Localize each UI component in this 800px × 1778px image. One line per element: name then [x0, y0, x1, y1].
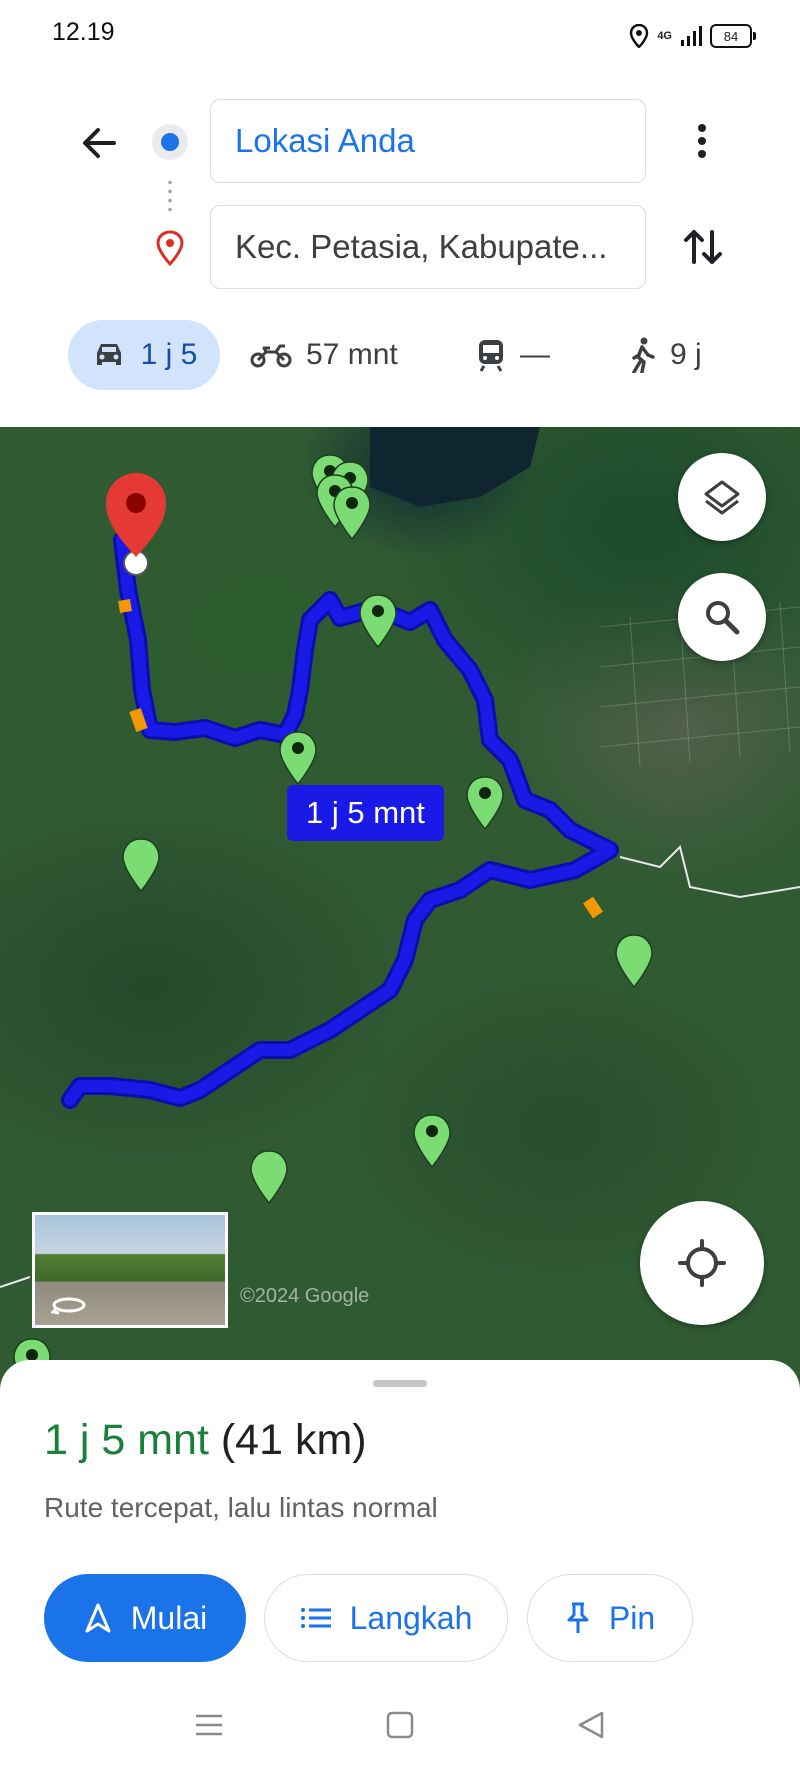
search-icon: [706, 601, 740, 635]
pin-button[interactable]: Pin: [527, 1574, 693, 1662]
battery-indicator: 84: [710, 24, 756, 48]
network-type: 4G: [657, 29, 672, 42]
route-duration: 1 j 5 mnt: [44, 1416, 209, 1464]
destination-input[interactable]: Kec. Petasia, Kabupate...: [210, 205, 646, 289]
navigation-arrow-icon: [85, 1603, 111, 1633]
back-button[interactable]: [74, 118, 124, 168]
more-vert-icon: [698, 124, 706, 158]
swap-vert-icon: [684, 230, 722, 264]
tab-motorcycle[interactable]: 57 mnt: [250, 320, 398, 390]
place-marker: [615, 934, 653, 989]
origin-input[interactable]: Lokasi Anda: [210, 99, 646, 183]
back-triangle-icon: [578, 1711, 604, 1739]
status-time: 12.19: [52, 18, 115, 46]
pin-button-label: Pin: [608, 1599, 656, 1636]
road: [619, 845, 800, 899]
tab-walk-label: 9 j: [670, 338, 702, 371]
place-marker: [413, 1114, 451, 1169]
search-along-route-button[interactable]: [678, 573, 766, 661]
walk-icon: [632, 337, 655, 373]
place-marker: [250, 1150, 288, 1205]
more-options-button[interactable]: [684, 116, 720, 166]
destination-marker: [106, 473, 166, 576]
layers-icon: [704, 480, 740, 515]
nav-menu-button[interactable]: [194, 1710, 224, 1745]
start-button[interactable]: Mulai: [44, 1574, 246, 1662]
arrow-back-icon: [83, 128, 116, 158]
origin-dot-icon: [152, 124, 188, 160]
route-distance: (41 km): [220, 1416, 367, 1464]
status-icons: 4G 84: [629, 22, 756, 50]
location-status-icon: [630, 24, 649, 48]
swap-button[interactable]: [680, 222, 726, 272]
map-view[interactable]: 1 j 5 mnt ©2024 Google: [0, 427, 800, 1427]
place-marker: [122, 838, 160, 893]
place-marker: [466, 776, 504, 831]
place-marker: [359, 594, 397, 649]
train-icon: [479, 340, 503, 372]
map-copyright: ©2024 Google: [240, 1285, 370, 1307]
tab-transit[interactable]: —: [476, 320, 550, 390]
road: [0, 1276, 31, 1288]
traffic-segment: [583, 896, 603, 919]
traffic-segment: [129, 708, 148, 732]
route-description: Rute tercepat, lalu lintas normal: [44, 1492, 438, 1523]
motorcycle-icon: [250, 344, 292, 368]
my-location-button[interactable]: [640, 1201, 764, 1325]
rotate-360-icon: [51, 1297, 86, 1315]
car-icon: [96, 344, 121, 365]
home-square-icon: [386, 1711, 414, 1739]
tab-walk[interactable]: 9 j: [628, 320, 702, 390]
battery-level: 84: [723, 28, 739, 44]
route-duration-label[interactable]: 1 j 5 mnt: [287, 785, 444, 841]
destination-pin-icon: [154, 230, 186, 271]
nav-back-button[interactable]: [576, 1710, 606, 1745]
lake: [370, 427, 540, 507]
tab-car-label: 1 j 5: [140, 338, 198, 371]
route-connector: [168, 178, 172, 214]
crosshair-icon: [678, 1239, 726, 1287]
pin-icon: [567, 1602, 589, 1633]
traffic-segment: [118, 599, 132, 613]
list-icon: [300, 1608, 331, 1628]
steps-button-label: Langkah: [349, 1599, 473, 1636]
route-summary: 1 j 5 mnt (41 km): [44, 1416, 367, 1465]
place-marker: [333, 486, 371, 541]
steps-button[interactable]: Langkah: [264, 1574, 508, 1662]
tab-motorcycle-label: 57 mnt: [306, 338, 398, 371]
place-marker: [279, 731, 317, 786]
tab-car[interactable]: 1 j 5: [68, 320, 220, 390]
nav-home-button[interactable]: [385, 1710, 415, 1745]
signal-icon: [681, 26, 702, 46]
layers-button[interactable]: [678, 453, 766, 541]
start-button-label: Mulai: [130, 1599, 208, 1636]
tab-transit-label: —: [520, 338, 550, 371]
street-view-thumbnail[interactable]: [32, 1212, 228, 1328]
menu-icon: [196, 1714, 222, 1736]
sheet-drag-handle[interactable]: [373, 1380, 427, 1387]
